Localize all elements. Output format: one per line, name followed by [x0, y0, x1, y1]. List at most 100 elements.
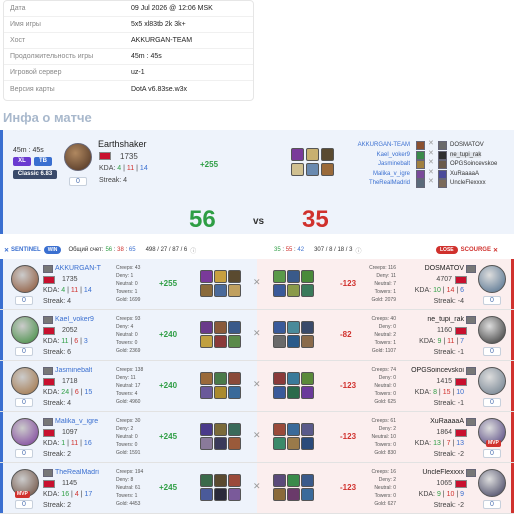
host-rating: 1735	[120, 152, 138, 161]
item-icon[interactable]	[214, 474, 227, 487]
team-left-player[interactable]: Malika_v_igre	[373, 171, 410, 177]
item-icon[interactable]	[287, 372, 300, 385]
item-icon[interactable]	[301, 270, 314, 283]
total-assists: 65	[128, 247, 136, 253]
item-icon[interactable]	[273, 423, 286, 436]
item-icon[interactable]	[301, 284, 314, 297]
item-icon[interactable]	[228, 335, 241, 348]
player-name[interactable]: Jasminebalt	[55, 367, 92, 374]
info-icon[interactable]: ⓘ	[355, 246, 361, 255]
item-icon[interactable]	[287, 488, 300, 501]
item-icon[interactable]	[214, 423, 227, 436]
item-icon[interactable]	[228, 284, 241, 297]
hero-mini-icon	[416, 141, 425, 150]
item-icon[interactable]	[287, 335, 300, 348]
item-icon[interactable]	[273, 284, 286, 297]
item-icon[interactable]	[273, 437, 286, 450]
hero-portrait[interactable]	[478, 265, 506, 293]
item-icon[interactable]	[200, 488, 213, 501]
item-icon[interactable]	[228, 488, 241, 501]
hero-portrait[interactable]	[11, 316, 39, 344]
item-icon[interactable]	[228, 270, 241, 283]
item-icon[interactable]	[301, 474, 314, 487]
kda-kills: 11	[61, 338, 69, 345]
hero-portrait[interactable]	[478, 316, 506, 344]
player-name[interactable]: AKKURGAN-T	[55, 265, 101, 272]
item-icon[interactable]	[214, 386, 227, 399]
item-icon[interactable]	[200, 321, 213, 334]
item-icon[interactable]	[287, 386, 300, 399]
team-right-player[interactable]: UncleFlexxxx	[450, 180, 486, 186]
hero-portrait[interactable]	[11, 367, 39, 395]
item-icon[interactable]	[228, 474, 241, 487]
team-left-player[interactable]: TheRealMadrid	[369, 180, 410, 186]
team-right-player[interactable]: OPGSoincevskoe	[450, 161, 497, 167]
player-name[interactable]: Kael_voker9	[55, 316, 94, 323]
item-icon[interactable]	[228, 423, 241, 436]
item-icon[interactable]	[228, 386, 241, 399]
item-icon[interactable]	[301, 372, 314, 385]
team-left-player[interactable]: AKKURGAN-TEAM	[358, 142, 410, 148]
player-name[interactable]: ne_tupi_rak	[427, 316, 464, 323]
rating-diff: -82	[340, 330, 352, 339]
hero-portrait[interactable]	[478, 469, 506, 497]
team-left-player[interactable]: Kael_voker9	[377, 152, 410, 158]
item-icon[interactable]	[273, 372, 286, 385]
item-icon[interactable]	[273, 321, 286, 334]
player-name[interactable]: DOSMATOV	[425, 265, 464, 272]
item-icon[interactable]	[228, 372, 241, 385]
item-icon[interactable]	[214, 488, 227, 501]
kda-assists: 16	[83, 440, 92, 447]
item-icon[interactable]	[301, 321, 314, 334]
item-icon[interactable]	[200, 437, 213, 450]
item-icon[interactable]	[287, 423, 300, 436]
team-left-player[interactable]: Jasminebalt	[378, 161, 410, 167]
item-icon[interactable]	[287, 321, 300, 334]
item-icon[interactable]	[287, 437, 300, 450]
item-icon[interactable]	[228, 321, 241, 334]
item-icon[interactable]	[228, 437, 241, 450]
item-icon[interactable]	[200, 474, 213, 487]
hero-portrait[interactable]	[11, 265, 39, 293]
item-icon[interactable]	[273, 474, 286, 487]
item-icon[interactable]	[301, 488, 314, 501]
host-hero-name[interactable]: Earthshaker	[98, 139, 147, 149]
item-icon[interactable]	[200, 270, 213, 283]
item-icon[interactable]	[287, 474, 300, 487]
item-icon[interactable]	[200, 335, 213, 348]
item-icon[interactable]	[287, 270, 300, 283]
item-icon[interactable]	[200, 372, 213, 385]
item-icon[interactable]	[273, 270, 286, 283]
player-name[interactable]: UncleFlexxxx	[422, 469, 464, 476]
player-row: 0 Kael_voker9 2052 KDA: 11 | 6 | 3 Streak: 6…	[0, 310, 514, 361]
item-icon[interactable]	[214, 372, 227, 385]
player-stats: Creeps: 16 Deny: 2 Neutral: 0 Towers: 0 Gold…	[371, 469, 396, 507]
item-icon[interactable]	[273, 488, 286, 501]
item-icon[interactable]	[301, 423, 314, 436]
team-right-player[interactable]: XuRaaaaA	[450, 171, 479, 177]
hero-portrait[interactable]	[11, 418, 39, 446]
player-name[interactable]: Malika_v_igre	[55, 418, 98, 425]
item-icon[interactable]	[214, 437, 227, 450]
item-icon[interactable]	[214, 270, 227, 283]
player-name[interactable]: XuRaaaaA	[430, 418, 464, 425]
team-right-player[interactable]: DOSMATOV	[450, 142, 484, 148]
item-icon[interactable]	[200, 284, 213, 297]
team-right-player[interactable]: ne_tupi_rak	[450, 151, 482, 158]
item-icon[interactable]	[287, 284, 300, 297]
item-icon[interactable]	[273, 386, 286, 399]
item-icon[interactable]	[301, 437, 314, 450]
item-icon[interactable]	[301, 386, 314, 399]
info-icon[interactable]: ⓘ	[190, 246, 196, 255]
player-name[interactable]: OPGSoincevskoi	[411, 367, 464, 374]
hero-portrait[interactable]	[478, 367, 506, 395]
item-icon[interactable]	[200, 386, 213, 399]
item-icon[interactable]	[301, 335, 314, 348]
player-name[interactable]: TheRealMadri	[55, 469, 99, 476]
item-icon[interactable]	[273, 335, 286, 348]
item-icon[interactable]	[214, 284, 227, 297]
item-icon[interactable]	[214, 335, 227, 348]
item-icon[interactable]	[214, 321, 227, 334]
item-icon[interactable]	[200, 423, 213, 436]
flag-icon	[43, 378, 55, 386]
